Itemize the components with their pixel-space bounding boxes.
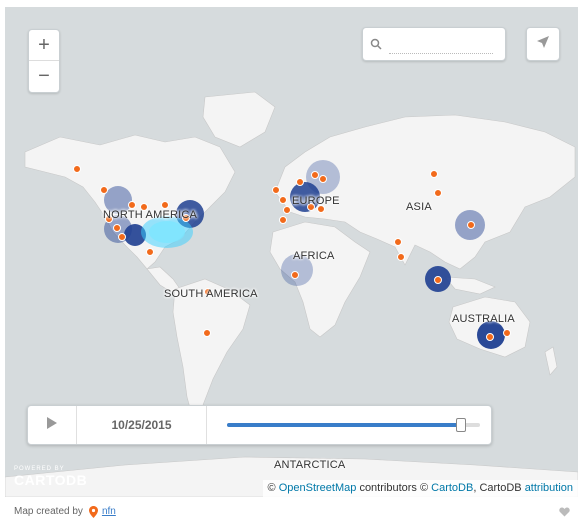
- attribution: © OpenStreetMap contributors © CartoDB, …: [262, 480, 578, 497]
- cartodb-logo[interactable]: POWERED BY CARTODB: [14, 466, 87, 488]
- cartodb-logo-text: CARTODB: [14, 472, 88, 488]
- share-button[interactable]: [526, 27, 560, 61]
- play-icon: [47, 416, 57, 434]
- timeline-progress: [227, 423, 460, 427]
- attr-contributors: contributors ©: [359, 482, 429, 494]
- point-marker: [73, 165, 81, 173]
- point-marker: [146, 248, 154, 256]
- search-box[interactable]: [362, 27, 506, 61]
- play-button[interactable]: [28, 406, 77, 444]
- point-marker: [203, 329, 211, 337]
- attribution-link[interactable]: attribution: [525, 482, 573, 494]
- search-icon: [363, 38, 389, 50]
- attr-comma: , CartoDB: [473, 482, 522, 494]
- zoom-in-button[interactable]: +: [29, 30, 59, 61]
- label-asia: ASIA: [406, 201, 432, 213]
- label-antarctica: ANTARCTICA: [274, 459, 346, 471]
- point-marker: [291, 271, 299, 279]
- point-marker: [128, 201, 136, 209]
- timeline-date: 10/25/2015: [77, 406, 207, 444]
- point-marker: [272, 186, 280, 194]
- point-marker: [434, 189, 442, 197]
- hotspot-marker: [149, 221, 185, 243]
- created-by-text: Map created by: [14, 506, 83, 517]
- label-north-america: NORTH AMERICA: [103, 209, 198, 221]
- point-marker: [311, 171, 319, 179]
- label-africa: AFRICA: [293, 250, 335, 262]
- point-marker: [100, 186, 108, 194]
- attr-copyright: ©: [267, 482, 276, 494]
- point-marker: [486, 333, 494, 341]
- point-marker: [394, 238, 402, 246]
- timeline-handle[interactable]: [455, 418, 466, 432]
- point-marker: [467, 221, 475, 229]
- osm-link[interactable]: OpenStreetMap: [279, 482, 357, 494]
- paper-plane-icon: [536, 35, 550, 54]
- label-south-america: SOUTH AMERICA: [164, 288, 258, 300]
- point-marker: [279, 216, 287, 224]
- label-australia: AUSTRALIA: [452, 313, 515, 325]
- author-link[interactable]: nfn: [102, 506, 116, 517]
- heart-icon[interactable]: [559, 507, 570, 517]
- point-marker: [283, 206, 291, 214]
- zoom-out-button[interactable]: −: [29, 61, 59, 91]
- point-marker: [279, 196, 287, 204]
- map-container[interactable]: NORTH AMERICA EUROPE ASIA AFRICA SOUTH A…: [5, 7, 578, 497]
- timeline-control: 10/25/2015: [27, 405, 492, 445]
- point-marker: [503, 329, 511, 337]
- point-marker: [319, 175, 327, 183]
- point-marker: [296, 178, 304, 186]
- point-marker: [113, 224, 121, 232]
- zoom-control: + −: [28, 29, 60, 93]
- point-marker: [397, 253, 405, 261]
- point-marker: [118, 233, 126, 241]
- map-footer: Map created by nfn: [5, 500, 578, 523]
- location-pin-icon: [88, 505, 98, 518]
- timeline-slider[interactable]: [227, 418, 480, 432]
- point-marker: [434, 276, 442, 284]
- point-marker: [161, 201, 169, 209]
- cartodb-link[interactable]: CartoDB: [431, 482, 473, 494]
- search-input[interactable]: [389, 34, 493, 54]
- point-marker: [430, 170, 438, 178]
- label-europe: EUROPE: [292, 195, 340, 207]
